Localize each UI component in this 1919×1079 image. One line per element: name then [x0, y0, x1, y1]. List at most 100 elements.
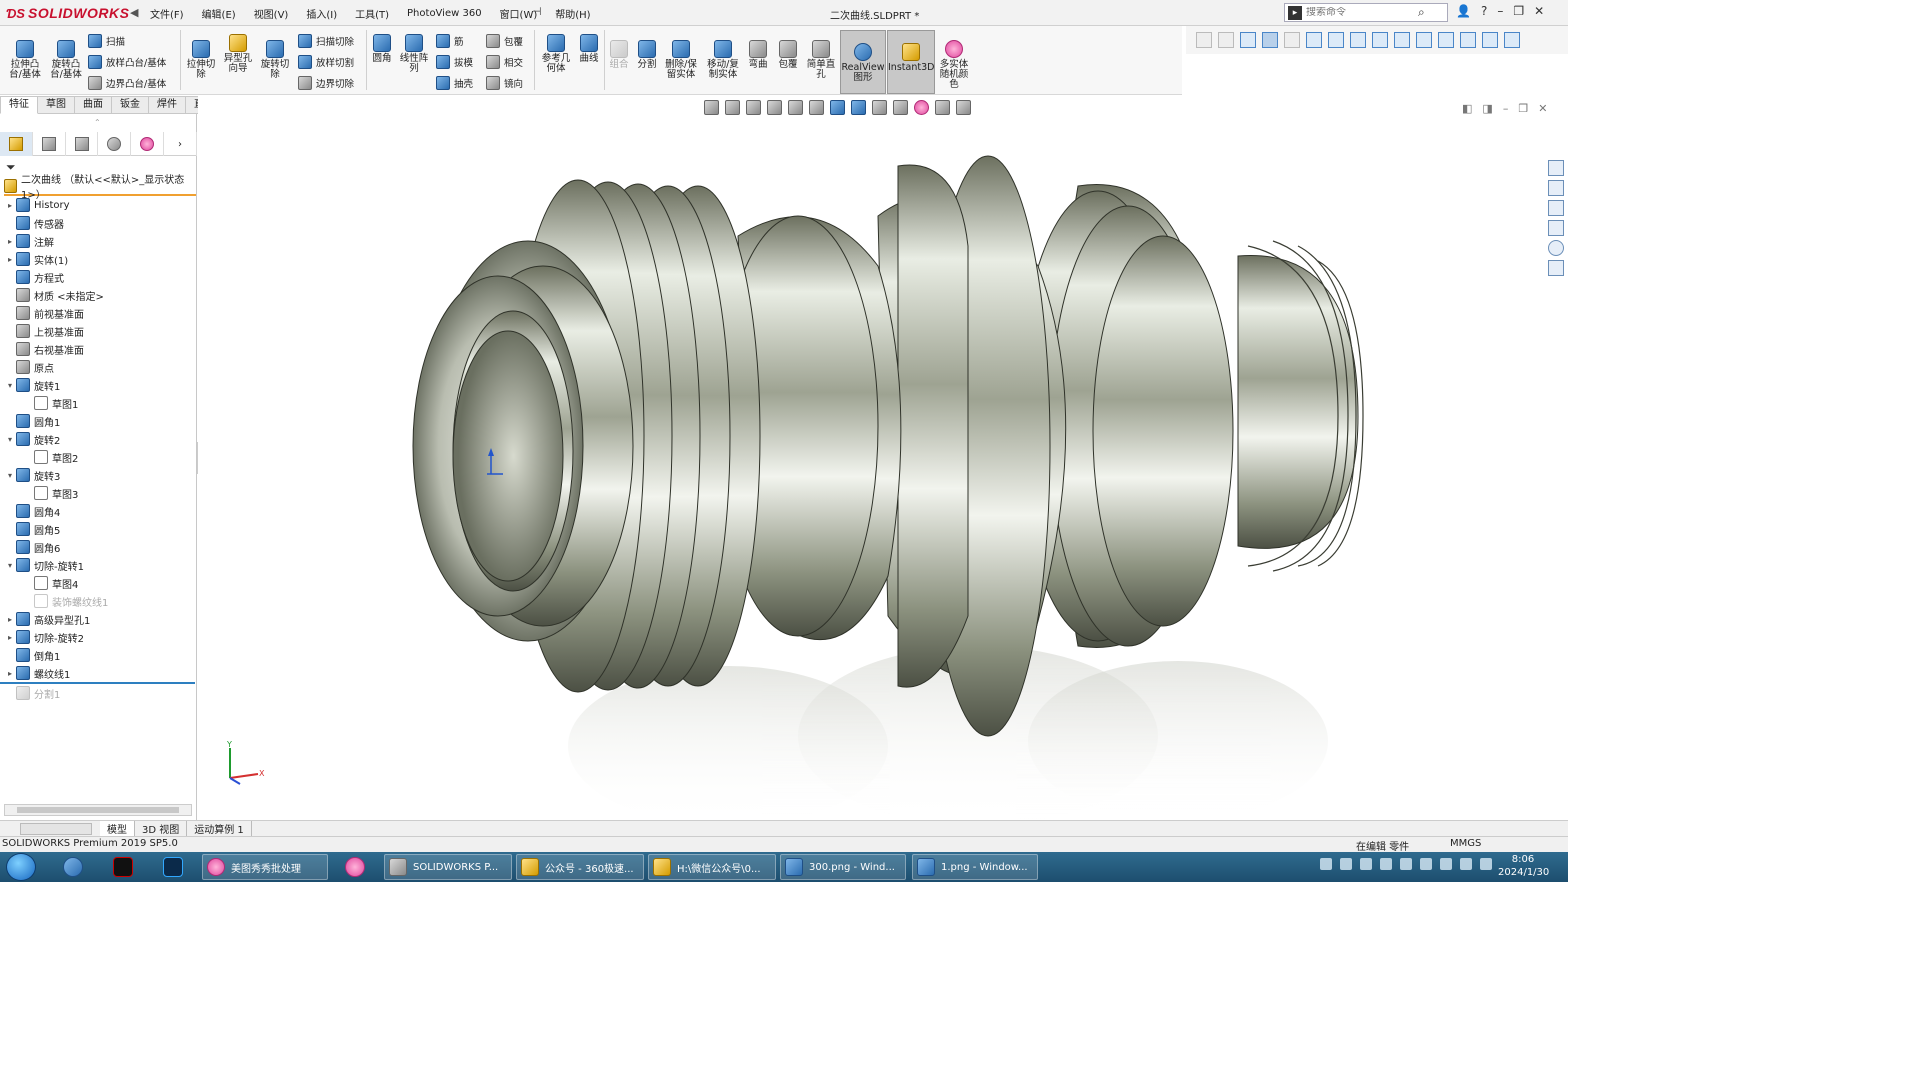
- menu-item-0[interactable]: 文件(F): [148, 5, 186, 22]
- split-button[interactable]: 分割: [634, 40, 660, 70]
- menu-item-2[interactable]: 视图(V): [252, 5, 291, 22]
- tree-item[interactable]: 圆角1: [0, 412, 197, 430]
- tree-item[interactable]: 方程式: [0, 268, 197, 286]
- tree-root-part[interactable]: 二次曲线 （默认<<默认>_显示状态 1>）: [4, 175, 196, 201]
- taskbar-clock[interactable]: 8:06 2024/1/30: [1498, 853, 1549, 879]
- tree-item[interactable]: ▸ 切除-旋转2: [0, 628, 197, 646]
- close-icon[interactable]: ✕: [1534, 4, 1544, 18]
- tree-item[interactable]: 草图2: [0, 448, 197, 466]
- tree-item[interactable]: 传感器: [0, 214, 197, 232]
- revolve-boss-button[interactable]: 旋转凸台/基体: [46, 40, 86, 80]
- clear-filter-icon[interactable]: [1284, 32, 1300, 48]
- tab-1[interactable]: 草图: [38, 96, 75, 114]
- taskbar-task[interactable]: 300.png - Wind...: [780, 854, 906, 880]
- pane-grip[interactable]: ⌃: [94, 118, 101, 127]
- menu-item-7[interactable]: 帮助(H): [553, 5, 592, 22]
- draft-button[interactable]: 拔模: [436, 55, 473, 69]
- fillet-button[interactable]: 圆角: [368, 34, 396, 64]
- tree-horizontal-scrollbar[interactable]: [4, 804, 192, 816]
- tray-volume-icon[interactable]: [1480, 858, 1492, 870]
- tray-bluetooth-icon[interactable]: [1400, 858, 1412, 870]
- display-style-icon[interactable]: [851, 100, 866, 115]
- menu-collapse-arrow-icon[interactable]: ◀: [130, 6, 140, 20]
- tab-configuration-manager[interactable]: [66, 132, 99, 156]
- mirror-button[interactable]: 镜向: [486, 76, 523, 90]
- search-input[interactable]: [1306, 7, 1418, 18]
- taskbar-task[interactable]: H:\微信公众号\0...: [648, 854, 776, 880]
- tray-app-icon[interactable]: [1360, 858, 1372, 870]
- filter-planes-icon[interactable]: [1438, 32, 1454, 48]
- expand-toggle-icon[interactable]: ▾: [4, 561, 16, 570]
- view-orientation-icon[interactable]: [704, 100, 719, 115]
- tree-item[interactable]: 前视基准面: [0, 304, 197, 322]
- taskbar-pin-app1[interactable]: [58, 854, 88, 880]
- tree-item[interactable]: 右视基准面: [0, 340, 197, 358]
- user-icon[interactable]: 👤: [1456, 4, 1471, 18]
- expand-toggle-icon[interactable]: ▾: [4, 435, 16, 444]
- tab-navigation-arrows[interactable]: [20, 822, 92, 835]
- tree-item[interactable]: ▸ 螺纹线1: [0, 664, 197, 682]
- flex-button[interactable]: 弯曲: [744, 40, 772, 70]
- viewport-close-icon[interactable]: ✕: [1538, 102, 1547, 115]
- tree-item[interactable]: ▸ 实体(1): [0, 250, 197, 268]
- filter-faces-icon[interactable]: [1350, 32, 1366, 48]
- tab-feature-manager[interactable]: [0, 132, 33, 156]
- tab-expand-arrow[interactable]: ›: [164, 132, 197, 156]
- tray-flag-icon[interactable]: [1460, 858, 1472, 870]
- start-button[interactable]: [6, 853, 36, 881]
- lofted-cut-button[interactable]: 放样切割: [298, 55, 354, 69]
- combine-button[interactable]: 组合: [606, 40, 632, 70]
- filter-dimensions-icon[interactable]: [1482, 32, 1498, 48]
- menu-item-1[interactable]: 编辑(E): [200, 5, 238, 22]
- shell-button[interactable]: 抽壳: [436, 76, 473, 90]
- tab-property-manager[interactable]: [33, 132, 66, 156]
- filter-toolbar-icon[interactable]: [1196, 32, 1212, 48]
- menu-item-3[interactable]: 插入(I): [304, 5, 339, 22]
- expand-toggle-icon[interactable]: ▸: [4, 669, 16, 678]
- hide-show-icon[interactable]: [872, 100, 887, 115]
- minimize-icon[interactable]: –: [1497, 4, 1503, 18]
- edit-appearance-icon[interactable]: [893, 100, 908, 115]
- tray-shield-icon[interactable]: [1420, 858, 1432, 870]
- search-scope-icon[interactable]: ▸: [1288, 5, 1302, 20]
- dynamic-annotation-icon[interactable]: [809, 100, 824, 115]
- viewport-left-icon[interactable]: ◧: [1462, 102, 1472, 115]
- tab-2[interactable]: 曲面: [75, 96, 112, 114]
- solidworks-logo[interactable]: ƊS SOLIDWORKS: [6, 3, 129, 23]
- view-cube-icon[interactable]: [830, 100, 845, 115]
- filter-solids-icon[interactable]: [1394, 32, 1410, 48]
- tray-keyboard-icon[interactable]: [1320, 858, 1332, 870]
- viewport-right-icon[interactable]: ◨: [1482, 102, 1492, 115]
- tree-item[interactable]: ▾ 旋转2: [0, 430, 197, 448]
- taskbar-task[interactable]: SOLIDWORKS P...: [384, 854, 512, 880]
- view-settings-icon[interactable]: [935, 100, 950, 115]
- tab-display-manager[interactable]: [131, 132, 165, 156]
- expand-toggle-icon[interactable]: ▸: [4, 615, 16, 624]
- tree-item[interactable]: 材质 <未指定>: [0, 286, 197, 304]
- tray-arrow-icon[interactable]: [1340, 858, 1352, 870]
- tree-filter-icon[interactable]: ⏷: [6, 160, 16, 175]
- swept-cut-button[interactable]: 扫描切除: [298, 34, 354, 48]
- delete-body-button[interactable]: 删除/保留实体: [662, 40, 700, 80]
- expand-toggle-icon[interactable]: ▸: [4, 201, 16, 210]
- rib-button[interactable]: 筋: [436, 34, 464, 48]
- filter-surfaces-icon[interactable]: [1372, 32, 1388, 48]
- filter-points-icon[interactable]: [1460, 32, 1476, 48]
- filter-vertices-icon[interactable]: [1306, 32, 1322, 48]
- viewport-minimize-icon[interactable]: –: [1503, 102, 1509, 115]
- taskbar-task[interactable]: 美图秀秀批处理: [202, 854, 328, 880]
- tree-item[interactable]: 草图3: [0, 484, 197, 502]
- taskbar-task[interactable]: 公众号 - 360极速...: [516, 854, 644, 880]
- sweep-button[interactable]: 扫描: [88, 34, 125, 48]
- tree-item[interactable]: ▾ 旋转1: [0, 376, 197, 394]
- previous-view-icon[interactable]: [767, 100, 782, 115]
- expand-toggle-icon[interactable]: ▾: [4, 471, 16, 480]
- tab-3[interactable]: 钣金: [112, 96, 149, 114]
- zoom-to-area-icon[interactable]: [746, 100, 761, 115]
- intersect-button[interactable]: 相交: [486, 55, 523, 69]
- tree-item[interactable]: 装饰螺纹线1: [0, 592, 197, 610]
- tree-item[interactable]: 圆角4: [0, 502, 197, 520]
- tray-network-icon[interactable]: [1440, 858, 1452, 870]
- tray-wechat-icon[interactable]: [1380, 858, 1392, 870]
- tree-item[interactable]: 上视基准面: [0, 322, 197, 340]
